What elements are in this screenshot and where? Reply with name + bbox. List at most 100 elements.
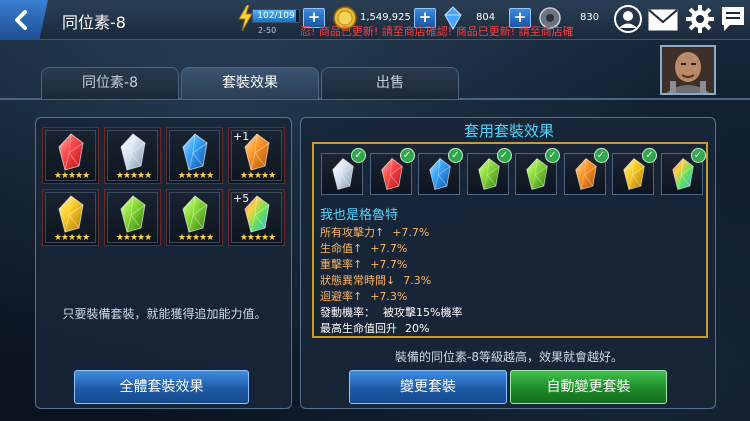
bonus-stat: 狀態異常時間↓ 7.3% bbox=[320, 272, 431, 288]
isotope-slot[interactable]: +1 ★★★★★ bbox=[228, 127, 285, 184]
isotope-level: +1 bbox=[233, 130, 250, 143]
isotope-stars: ★★★★★ bbox=[115, 233, 152, 243]
hero-portrait-image bbox=[662, 47, 714, 93]
equipped-isotope-slot: ✓ bbox=[612, 148, 657, 195]
all-set-effects-button[interactable]: 全體套裝效果 bbox=[74, 370, 249, 404]
white-isotope-crystal-icon bbox=[120, 133, 146, 171]
hero-portrait[interactable] bbox=[660, 45, 716, 95]
isotope-stars: ★★★★★ bbox=[53, 171, 90, 181]
equipped-isotope-slot: ✓ bbox=[418, 148, 463, 195]
special-effect: 發動機率： 被攻擊15%機率 bbox=[320, 304, 462, 320]
isotope-slot[interactable]: +5 ★★★★★ bbox=[228, 189, 285, 246]
bonus-value: +7.3% bbox=[370, 290, 408, 303]
bonus-value: 7.3% bbox=[403, 274, 432, 287]
checkmark-icon: ✓ bbox=[496, 148, 512, 163]
bonus-arrow: ↓ bbox=[386, 274, 396, 287]
bonus-label: 生命值 bbox=[320, 242, 353, 255]
isotope-slot[interactable]: ★★★★★ bbox=[104, 189, 161, 246]
checkmark-icon: ✓ bbox=[545, 148, 560, 163]
energy-bar: 102/109 bbox=[252, 9, 300, 23]
isotope-stars: ★★★★★ bbox=[239, 171, 276, 181]
isotope-slot[interactable]: ★★★★★ bbox=[42, 127, 99, 184]
set-effect-panel: 套用套裝效果 ✓ ✓ ✓ ✓ ✓ ✓ ✓ ✓ 我也是格魯特 所有攻擊力↑ +7.… bbox=[300, 117, 716, 409]
energy-value: 102/109 bbox=[257, 11, 295, 21]
isotope-level: +5 bbox=[233, 192, 250, 205]
gear-point-amount: 830 bbox=[580, 12, 600, 23]
bonus-stat: 所有攻擊力↑ +7.7% bbox=[320, 224, 429, 240]
set-effect-box: ✓ ✓ ✓ ✓ ✓ ✓ ✓ ✓ 我也是格魯特 所有攻擊力↑ +7.7% 生命值↑… bbox=[312, 142, 708, 338]
bonus-label: 所有攻擊力 bbox=[320, 226, 375, 239]
checkmark-icon: ✓ bbox=[690, 148, 706, 163]
isotope-inventory-panel: ★★★★★ ★★★★★ ★★★★★ +1 ★★★★★ ★★★★★ ★★★★★ ★★… bbox=[35, 117, 292, 409]
bonus-stat: 生命值↑ +7.7% bbox=[320, 240, 407, 256]
bonus-value: +7.7% bbox=[370, 258, 408, 271]
isotope-stars: ★★★★★ bbox=[239, 233, 276, 243]
tab-set-effects[interactable]: 套裝效果 bbox=[181, 67, 319, 99]
energy-bolt-icon bbox=[238, 5, 253, 31]
level-note: 裝備的同位素-8等級越高，效果就會越好。 bbox=[395, 350, 623, 364]
bonus-arrow: ↑ bbox=[353, 258, 363, 271]
back-arrow-icon bbox=[15, 10, 27, 30]
bonus-arrow: ↑ bbox=[353, 242, 363, 255]
green-isotope-crystal-icon bbox=[477, 157, 500, 190]
special-label: 最高生命值回升 bbox=[320, 322, 397, 335]
mail-icon[interactable] bbox=[648, 9, 678, 31]
crystal-amount: 804 bbox=[476, 12, 496, 23]
bonus-arrow: ↑ bbox=[353, 290, 363, 303]
set-name: 我也是格魯特 bbox=[320, 208, 399, 223]
isotope-stars: ★★★★★ bbox=[177, 171, 214, 181]
special-value: 被攻擊15%機率 bbox=[383, 306, 463, 319]
equipped-isotope-slot: ✓ bbox=[563, 148, 609, 195]
isotope-slot[interactable]: ★★★★★ bbox=[104, 127, 161, 184]
checkmark-icon: ✓ bbox=[448, 148, 463, 163]
bonus-arrow: ↑ bbox=[375, 226, 385, 239]
top-bar: 同位素-8 102/109 2-50 + 1,549,925 + 804 + 8… bbox=[0, 0, 750, 40]
special-effect: 最高生命值回升 20% bbox=[320, 320, 429, 336]
special-label: 發動機率： bbox=[320, 306, 375, 319]
red-isotope-crystal-icon bbox=[380, 157, 403, 190]
green-isotope-crystal-icon bbox=[526, 157, 548, 190]
news-ticker: 忍! 商品已更新! 請至商店確認! 商品已更新! 請至商店確 bbox=[300, 25, 574, 38]
isotope-slot[interactable]: ★★★★★ bbox=[42, 189, 99, 246]
isotope-slot[interactable]: ★★★★★ bbox=[166, 127, 223, 184]
bonus-label: 狀態異常時間 bbox=[320, 274, 386, 287]
red-isotope-crystal-icon bbox=[58, 133, 84, 171]
back-button[interactable] bbox=[0, 0, 48, 40]
blue-isotope-crystal-icon bbox=[182, 133, 208, 171]
green-isotope-crystal-icon bbox=[182, 195, 208, 233]
checkmark-icon: ✓ bbox=[642, 148, 657, 163]
checkmark-icon: ✓ bbox=[399, 148, 415, 163]
checkmark-icon: ✓ bbox=[351, 148, 366, 163]
orange-isotope-crystal-icon bbox=[574, 157, 597, 190]
equipped-isotope-slot: ✓ bbox=[321, 148, 366, 195]
isotope-stars: ★★★★★ bbox=[53, 233, 90, 243]
bonus-stat: 迴避率↑ +7.3% bbox=[320, 288, 407, 304]
set-hint-text: 只要裝備套裝，就能獲得追加能力值。 bbox=[62, 307, 267, 321]
green-isotope-crystal-icon bbox=[120, 195, 146, 233]
isotope-stars: ★★★★★ bbox=[177, 233, 214, 243]
bonus-value: +7.7% bbox=[392, 226, 430, 239]
gold-amount: 1,549,925 bbox=[360, 12, 411, 23]
change-set-button[interactable]: 變更套裝 bbox=[349, 370, 507, 404]
equipped-isotope-slot: ✓ bbox=[660, 148, 706, 195]
isotope-slot[interactable]: ★★★★★ bbox=[166, 189, 223, 246]
special-value: 20% bbox=[405, 322, 430, 335]
page-title: 同位素-8 bbox=[62, 13, 126, 32]
tab-sell[interactable]: 出售 bbox=[321, 67, 459, 99]
checkmark-icon: ✓ bbox=[593, 148, 609, 163]
profile-icon[interactable] bbox=[614, 5, 642, 33]
tab-isotopes[interactable]: 同位素-8 bbox=[41, 67, 179, 99]
equipped-isotope-slot: ✓ bbox=[515, 148, 560, 195]
energy-timer: 2-50 bbox=[258, 26, 277, 35]
bonus-value: +7.7% bbox=[370, 242, 408, 255]
bonus-label: 重擊率 bbox=[320, 258, 353, 271]
yellow-isotope-crystal-icon bbox=[58, 195, 84, 233]
set-effect-title: 套用套裝效果 bbox=[463, 122, 554, 140]
rainbow-isotope-crystal-icon bbox=[671, 157, 694, 190]
equipped-isotope-slot: ✓ bbox=[369, 148, 415, 195]
bonus-label: 迴避率 bbox=[320, 290, 353, 303]
auto-change-set-button[interactable]: 自動變更套裝 bbox=[510, 370, 667, 404]
settings-gear-icon[interactable] bbox=[686, 5, 714, 33]
chat-icon[interactable] bbox=[720, 5, 746, 33]
isotope-stars: ★★★★★ bbox=[115, 171, 152, 181]
